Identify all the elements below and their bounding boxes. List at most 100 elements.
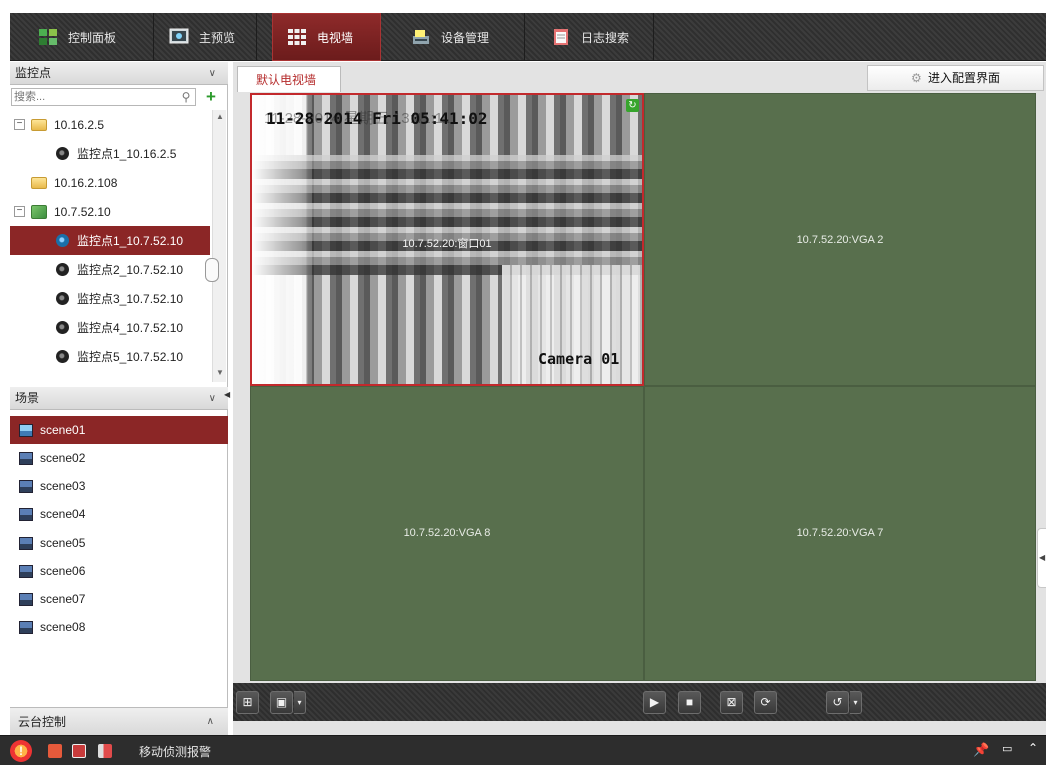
search-bar: ⚲ + <box>10 86 228 108</box>
clear-button[interactable]: ⊠ <box>720 691 743 714</box>
restore-icon[interactable]: ▭ <box>1002 742 1012 755</box>
tree-item-camera[interactable]: 监控点4_10.7.52.10 <box>10 313 210 342</box>
refresh-icon[interactable]: ↻ <box>626 99 639 112</box>
section-title: 监控点 <box>15 66 52 80</box>
play-button[interactable]: ▶ <box>643 691 666 714</box>
wall-window-3[interactable]: 10.7.52.20:VGA 8 <box>250 386 644 681</box>
tab-main-preview[interactable]: 主预览 <box>155 13 257 61</box>
monitor-section-header[interactable]: 监控点 ∨ <box>10 62 228 85</box>
scene-label: scene02 <box>40 451 86 465</box>
enter-config-button[interactable]: ⚙ 进入配置界面 <box>867 65 1044 91</box>
tree-item-folder[interactable]: 10.16.2.108 <box>10 168 210 197</box>
window-label: 10.7.52.20:窗口01 <box>402 238 492 250</box>
stop-button[interactable]: ■ <box>678 691 701 714</box>
gear-icon: ⚙ <box>910 71 922 85</box>
tab-label: 主预览 <box>199 30 236 45</box>
scene-icon <box>19 564 33 578</box>
side-panel-handle[interactable]: ◀ <box>1037 528 1046 588</box>
scene-label: scene01 <box>40 423 86 437</box>
pin-icon[interactable]: 📌 <box>973 742 989 758</box>
scene-item-selected[interactable]: scene01 <box>10 416 228 444</box>
tab-device-management[interactable]: 设备管理 <box>397 13 525 61</box>
scene-icon <box>19 479 33 493</box>
control-panel-icon <box>38 28 58 46</box>
wall-window-2[interactable]: 10.7.52.20:VGA 2 <box>644 93 1036 386</box>
camera-icon <box>56 263 69 276</box>
scene-item[interactable]: scene03 <box>10 472 228 500</box>
collapse-toggle-icon[interactable]: − <box>14 119 25 130</box>
tree-item-map[interactable]: − 10.7.52.10 <box>10 197 210 226</box>
folder-icon <box>31 176 47 189</box>
status-text: 移动侦测报警 <box>139 745 212 759</box>
search-input[interactable] <box>11 88 196 106</box>
tree-item-label: 监控点1_10.7.52.10 <box>77 234 184 248</box>
tree-item-camera-selected[interactable]: 监控点1_10.7.52.10 <box>10 226 210 255</box>
chevron-up-icon[interactable]: ∧ <box>207 708 214 736</box>
app-window: 控制面板 主预览 电视墙 设备管理 日志搜索 监控点 ∨ 搜索... ⚲ + −… <box>0 0 1046 765</box>
add-button[interactable]: + <box>202 88 220 106</box>
window-label: 10.7.52.20:VGA 2 <box>796 234 884 246</box>
tree-item-camera[interactable]: 监控点5_10.7.52.10 <box>10 342 210 371</box>
scene-label: scene05 <box>40 536 86 550</box>
video-loss-icon[interactable] <box>72 744 86 758</box>
tree-item-label: 监控点4_10.7.52.10 <box>77 321 184 335</box>
scene-item[interactable]: scene04 <box>10 500 228 528</box>
tree-scrollbar[interactable]: ▲ ▼ <box>205 110 227 382</box>
wall-toolbar: ⊞ ▣ ▾ ▶ ■ ⊠ ⟳ ↺ ▾ <box>233 683 1046 721</box>
chevron-down-icon[interactable]: ∨ <box>209 62 216 85</box>
tree-item-camera[interactable]: 监控点2_10.7.52.10 <box>10 255 210 284</box>
log-search-icon <box>551 28 571 46</box>
tab-control-panel[interactable]: 控制面板 <box>24 13 154 61</box>
collapse-toggle-icon[interactable]: − <box>14 206 25 217</box>
scene-icon <box>19 536 33 550</box>
scene-label: scene04 <box>40 507 86 521</box>
tree-item-folder[interactable]: − 10.16.2.5 <box>10 110 210 139</box>
scene-item[interactable]: scene06 <box>10 557 228 585</box>
scene-item[interactable]: scene07 <box>10 585 228 613</box>
tree-item-camera[interactable]: 监控点1_10.16.2.5 <box>10 139 210 168</box>
config-button-label: 进入配置界面 <box>928 71 1001 85</box>
scene-section-header[interactable]: 场景 ∨ <box>10 387 228 410</box>
osd-camera-name: Camera 01 <box>538 350 620 368</box>
tree-item-label: 10.7.52.10 <box>54 204 111 219</box>
tree-item-camera[interactable]: 监控点3_10.7.52.10 <box>10 284 210 313</box>
scroll-down-icon[interactable]: ▼ <box>213 368 227 377</box>
refresh-button[interactable]: ⟳ <box>754 691 777 714</box>
tab-video-wall[interactable]: 电视墙 <box>272 13 381 61</box>
map-icon <box>31 204 47 219</box>
chevron-down-icon[interactable]: ▾ <box>850 691 862 714</box>
camera-icon <box>56 350 69 363</box>
chevron-down-icon[interactable]: ∨ <box>209 387 216 410</box>
wall-window-1[interactable]: 11-28-2014 星期五 13:41:11 11-28-2014 Fri 0… <box>250 93 644 386</box>
tree-item-label: 监控点1_10.16.2.5 <box>77 147 177 161</box>
ptz-control-header[interactable]: 云台控制 ∧ <box>10 707 228 735</box>
tab-log-search[interactable]: 日志搜索 <box>537 13 654 61</box>
wall-tab[interactable]: 默认电视墙 <box>237 66 341 92</box>
top-nav-bar: 控制面板 主预览 电视墙 设备管理 日志搜索 <box>10 13 1046 61</box>
scrollbar-thumb[interactable] <box>205 258 219 282</box>
collapse-left-panel-icon[interactable]: ◀ <box>224 390 230 399</box>
layout-button[interactable]: ⊞ <box>236 691 259 714</box>
record-alarm-icon[interactable] <box>48 744 62 758</box>
wall-window-4[interactable]: 10.7.52.20:VGA 7 <box>644 386 1036 681</box>
camera-icon <box>56 147 69 160</box>
tab-label: 设备管理 <box>441 30 490 45</box>
tree-item-label: 监控点2_10.7.52.10 <box>77 263 184 277</box>
alarm-icon[interactable]: ! <box>10 740 32 762</box>
scene-icon <box>19 620 33 634</box>
scene-item[interactable]: scene05 <box>10 529 228 557</box>
collapse-icon[interactable]: ⌃ <box>1028 741 1038 755</box>
tab-label: 控制面板 <box>68 30 117 45</box>
motion-alarm-icon[interactable] <box>98 744 112 758</box>
video-wall-area: 默认电视墙 ⚙ 进入配置界面 11-28-2014 星期五 13:41:11 1… <box>233 62 1046 735</box>
camera-icon <box>56 234 69 247</box>
scene-label: scene03 <box>40 479 86 493</box>
scene-item[interactable]: scene02 <box>10 444 228 472</box>
screen-button[interactable]: ▣ <box>270 691 293 714</box>
search-icon[interactable]: ⚲ <box>178 89 194 105</box>
loop-button[interactable]: ↺ <box>826 691 849 714</box>
camera-icon <box>56 321 69 334</box>
chevron-down-icon[interactable]: ▾ <box>294 691 306 714</box>
scene-item[interactable]: scene08 <box>10 613 228 641</box>
scroll-up-icon[interactable]: ▲ <box>213 112 227 121</box>
